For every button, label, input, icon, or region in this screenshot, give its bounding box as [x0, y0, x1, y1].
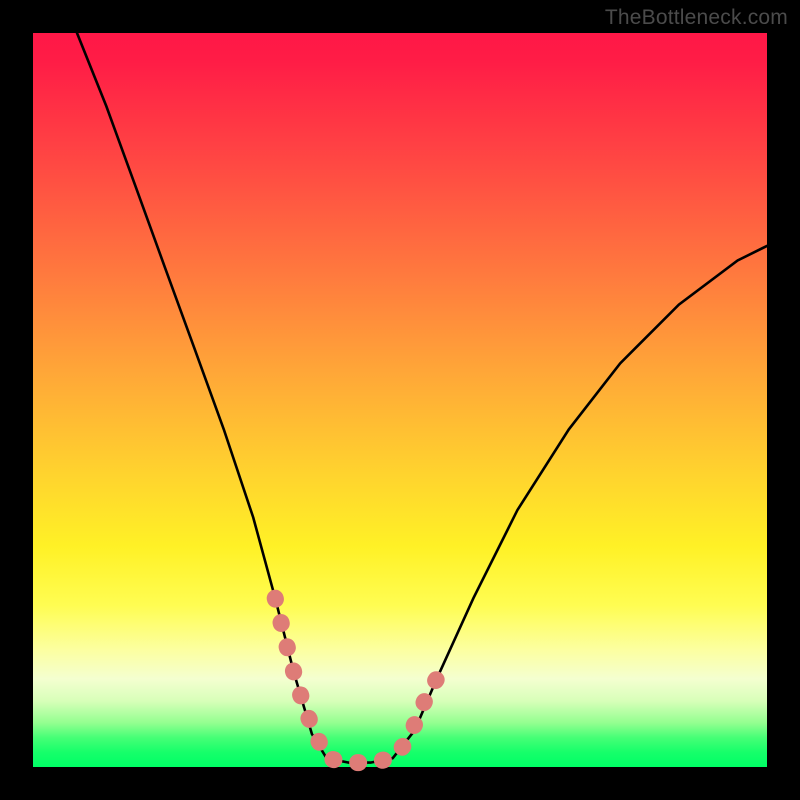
plot-area	[33, 33, 767, 767]
main-curve	[77, 33, 767, 763]
outer-frame: TheBottleneck.com	[0, 0, 800, 800]
valley-marker	[275, 598, 437, 762]
chart-svg	[33, 33, 767, 767]
watermark-text: TheBottleneck.com	[605, 6, 788, 30]
